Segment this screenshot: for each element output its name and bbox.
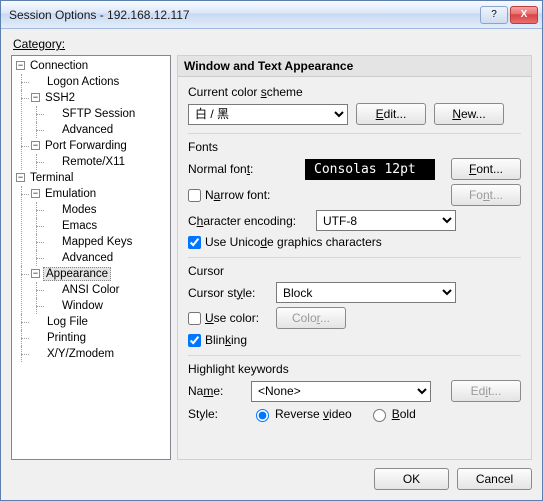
- tree-emacs[interactable]: Emacs: [60, 220, 99, 232]
- tree-sftp-session[interactable]: SFTP Session: [60, 108, 137, 120]
- tree-emulation[interactable]: Emulation: [43, 188, 98, 200]
- titlebar: Session Options - 192.168.12.117 ? X: [1, 1, 542, 29]
- tree-terminal[interactable]: Terminal: [28, 172, 75, 184]
- tree-toggle-appearance[interactable]: −: [31, 269, 40, 278]
- tree-window[interactable]: Window: [60, 300, 105, 312]
- help-button[interactable]: ?: [480, 6, 508, 24]
- reverse-video-radio[interactable]: [256, 409, 269, 422]
- tree-ansi-color[interactable]: ANSI Color: [60, 284, 122, 296]
- tree-logon-actions[interactable]: Logon Actions: [45, 76, 121, 88]
- narrow-font-label: Narrow font:: [205, 188, 270, 202]
- new-scheme-button[interactable]: New...: [434, 103, 504, 125]
- cursor-style-label: Cursor style:: [188, 286, 268, 300]
- tree-log-file[interactable]: Log File: [45, 316, 90, 328]
- hl-name-select[interactable]: <None>: [251, 381, 431, 402]
- close-button[interactable]: X: [510, 6, 538, 24]
- color-scheme-select[interactable]: 白 / 黑: [188, 104, 348, 125]
- cursor-title: Cursor: [188, 264, 521, 278]
- tree-modes[interactable]: Modes: [60, 204, 99, 216]
- category-label: Category:: [13, 37, 532, 51]
- main-area: −Connection Logon Actions −SSH2 SFTP Ses…: [11, 55, 532, 460]
- tree-mapped-keys[interactable]: Mapped Keys: [60, 236, 134, 248]
- bold-radio[interactable]: [373, 409, 386, 422]
- fonts-title: Fonts: [188, 140, 521, 154]
- tree-advanced[interactable]: Advanced: [60, 124, 115, 136]
- font-preview: Consolas 12pt: [305, 159, 435, 180]
- blinking-label: Blinking: [205, 333, 247, 347]
- bold-label: Bold: [392, 407, 416, 421]
- narrow-font-button: Font...: [451, 184, 521, 206]
- char-encoding-select[interactable]: UTF-8: [316, 210, 456, 231]
- reverse-video-label: Reverse video: [275, 407, 352, 421]
- hl-style-label: Style:: [188, 407, 243, 421]
- cursor-style-select[interactable]: Block: [276, 282, 456, 303]
- color-scheme-label: Current color scheme: [188, 85, 521, 99]
- narrow-font-checkbox[interactable]: [188, 189, 201, 202]
- cancel-button[interactable]: Cancel: [457, 468, 532, 490]
- tree-ssh2[interactable]: SSH2: [43, 92, 77, 104]
- tree-xyzmodem[interactable]: X/Y/Zmodem: [45, 348, 116, 360]
- char-encoding-label: Character encoding:: [188, 214, 308, 228]
- normal-font-label: Normal font:: [188, 162, 297, 176]
- blinking-checkbox[interactable]: [188, 334, 201, 347]
- tree-toggle-terminal[interactable]: −: [16, 173, 25, 182]
- tree-toggle-ssh2[interactable]: −: [31, 93, 40, 102]
- hl-edit-button: Edit...: [451, 380, 521, 402]
- tree-port-forwarding[interactable]: Port Forwarding: [43, 140, 129, 152]
- panel-header: Window and Text Appearance: [178, 56, 531, 77]
- tree-connection[interactable]: Connection: [28, 60, 90, 72]
- highlight-title: Highlight keywords: [188, 362, 521, 376]
- hl-name-label: Name:: [188, 384, 243, 398]
- unicode-gfx-checkbox[interactable]: [188, 236, 201, 249]
- dialog-window: Session Options - 192.168.12.117 ? X Cat…: [0, 0, 543, 501]
- tree-remote-x11[interactable]: Remote/X11: [60, 156, 127, 168]
- edit-scheme-button[interactable]: Edit...: [356, 103, 426, 125]
- unicode-gfx-label: Use Unicode graphics characters: [205, 235, 382, 249]
- font-button[interactable]: Font...: [451, 158, 521, 180]
- tree-toggle-emulation[interactable]: −: [31, 189, 40, 198]
- use-color-label: Use color:: [205, 311, 259, 325]
- use-color-checkbox[interactable]: [188, 312, 201, 325]
- tree-advanced2[interactable]: Advanced: [60, 252, 115, 264]
- color-button: Color...: [276, 307, 346, 329]
- ok-button[interactable]: OK: [374, 468, 449, 490]
- category-tree[interactable]: −Connection Logon Actions −SSH2 SFTP Ses…: [11, 55, 171, 460]
- tree-appearance[interactable]: Appearance: [43, 267, 111, 281]
- tree-toggle-connection[interactable]: −: [16, 61, 25, 70]
- dialog-body: Category: −Connection Logon Actions −SSH…: [1, 29, 542, 500]
- tree-toggle-portfwd[interactable]: −: [31, 141, 40, 150]
- tree-printing[interactable]: Printing: [45, 332, 88, 344]
- window-title: Session Options - 192.168.12.117: [9, 8, 478, 22]
- content-panel: Window and Text Appearance Current color…: [177, 55, 532, 460]
- dialog-footer: OK Cancel: [11, 460, 532, 490]
